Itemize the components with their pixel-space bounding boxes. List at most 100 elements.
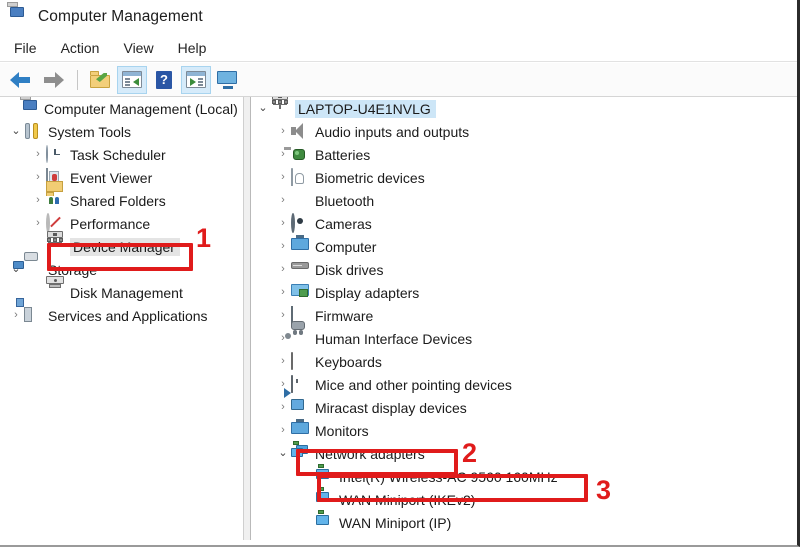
content-panes: › Computer Management (Local) ⌄ System T… bbox=[0, 97, 797, 540]
device-node-intel-wireless-ac-9560[interactable]: Intel(R) Wireless-AC 9560 160MHz bbox=[251, 463, 797, 488]
help-button[interactable]: ? bbox=[149, 66, 179, 94]
monitor-icon bbox=[217, 70, 239, 89]
device-node-label: Network adapters bbox=[315, 445, 425, 462]
device-node-wan-miniport-ikev2[interactable]: WAN Miniport (IKEv2) bbox=[251, 486, 797, 511]
device-node-audio-inputs-and-outputs[interactable]: › Audio inputs and outputs bbox=[251, 120, 797, 143]
device-node-miracast-display-devices[interactable]: › Miracast display devices bbox=[251, 387, 797, 419]
chevron-down-icon[interactable]: ⌄ bbox=[275, 442, 291, 465]
tree-item-label: Task Scheduler bbox=[70, 146, 166, 163]
system-tools-icon bbox=[24, 122, 42, 141]
chevron-right-icon[interactable]: › bbox=[30, 143, 46, 166]
hard-disk-icon bbox=[291, 261, 309, 279]
tree-item-label: Event Viewer bbox=[70, 169, 153, 186]
chevron-down-icon[interactable]: ⌄ bbox=[8, 120, 24, 143]
chevron-right-icon[interactable]: › bbox=[275, 120, 291, 143]
tree-item-label: Device Manager bbox=[70, 237, 180, 256]
device-tree-pane[interactable]: ⌄ LAPTOP-U4E1NVLG › Audio inputs and out… bbox=[251, 97, 797, 540]
disk-management-icon bbox=[46, 275, 64, 302]
chevron-down-icon[interactable]: ⌄ bbox=[255, 97, 271, 120]
chevron-right-icon[interactable]: › bbox=[275, 258, 291, 281]
device-node-firmware[interactable]: › Firmware bbox=[251, 304, 797, 327]
forward-button[interactable] bbox=[38, 66, 68, 94]
device-node-batteries[interactable]: › Batteries bbox=[251, 143, 797, 166]
camera-icon bbox=[291, 212, 309, 233]
clock-icon bbox=[46, 144, 64, 164]
device-node-computer[interactable]: › Computer bbox=[251, 235, 797, 258]
chevron-right-icon[interactable]: › bbox=[275, 327, 291, 350]
fingerprint-icon bbox=[291, 167, 309, 187]
annotation-number-2: 2 bbox=[462, 438, 478, 468]
chevron-right-icon[interactable]: › bbox=[8, 304, 24, 327]
chevron-right-icon[interactable]: › bbox=[275, 212, 291, 235]
chevron-icon: › bbox=[4, 97, 20, 120]
device-node-display-adapters[interactable]: › Display adapters bbox=[251, 281, 797, 304]
device-node-label: Audio inputs and outputs bbox=[315, 123, 470, 140]
annotation-number-1: 1 bbox=[196, 223, 212, 253]
chevron-right-icon[interactable]: › bbox=[275, 304, 291, 327]
chevron-right-icon[interactable]: › bbox=[30, 166, 46, 189]
device-node-laptop[interactable]: ⌄ LAPTOP-U4E1NVLG bbox=[251, 97, 797, 120]
menu-view[interactable]: View bbox=[111, 38, 165, 58]
chevron-right-icon[interactable]: › bbox=[30, 212, 46, 235]
device-node-biometric-devices[interactable]: › Biometric devices bbox=[251, 166, 797, 189]
sidebar-item-disk-management[interactable]: › Disk Management bbox=[0, 275, 243, 304]
device-node-disk-drives[interactable]: › Disk drives bbox=[251, 258, 797, 281]
title-bar: Computer Management bbox=[0, 0, 797, 34]
back-arrow-icon bbox=[10, 71, 32, 88]
device-node-label: Computer bbox=[315, 238, 377, 255]
chevron-right-icon[interactable]: › bbox=[275, 350, 291, 373]
miracast-icon bbox=[284, 387, 309, 417]
device-node-monitors[interactable]: › Monitors bbox=[251, 419, 797, 442]
chevron-right-icon[interactable]: › bbox=[275, 189, 291, 212]
device-node-human-interface-devices[interactable]: › Human Interface Devices bbox=[251, 320, 797, 350]
chevron-right-icon[interactable]: › bbox=[30, 189, 46, 212]
device-node-label: WAN Miniport (IP) bbox=[339, 514, 452, 531]
device-node-label: Bluetooth bbox=[315, 192, 375, 209]
sidebar-item-shared-folders[interactable]: › Shared Folders bbox=[0, 180, 243, 212]
sidebar-item-services-and-applications[interactable]: › Services and Applications bbox=[0, 297, 243, 327]
toolbar: ? bbox=[0, 63, 797, 97]
tree-item-computer-management-local[interactable]: › Computer Management (Local) bbox=[0, 97, 243, 120]
device-node-wan-miniport-ip[interactable]: WAN Miniport (IP) bbox=[251, 509, 797, 534]
back-button[interactable] bbox=[6, 66, 36, 94]
device-node-keyboards[interactable]: › Keyboards bbox=[251, 350, 797, 373]
chevron-right-icon[interactable]: › bbox=[275, 281, 291, 304]
sidebar-item-storage[interactable]: ⌄ Storage bbox=[0, 251, 243, 281]
show-hide-action-pane-button[interactable] bbox=[181, 65, 211, 94]
device-node-label: Cameras bbox=[315, 215, 372, 232]
sidebar-item-task-scheduler[interactable]: › Task Scheduler bbox=[0, 143, 243, 166]
console-tree-pane[interactable]: › Computer Management (Local) ⌄ System T… bbox=[0, 97, 244, 540]
show-hide-console-tree-button[interactable] bbox=[117, 65, 147, 94]
up-one-level-button[interactable] bbox=[85, 66, 115, 94]
device-node-cameras[interactable]: › Cameras bbox=[251, 212, 797, 235]
menu-help[interactable]: Help bbox=[166, 38, 219, 58]
device-node-label: Batteries bbox=[315, 146, 371, 163]
tree-item-label: Services and Applications bbox=[48, 307, 208, 324]
speaker-icon bbox=[291, 122, 309, 141]
device-node-label: Monitors bbox=[315, 422, 369, 439]
menu-file[interactable]: File bbox=[0, 38, 49, 58]
network-adapter-icon bbox=[315, 463, 333, 486]
pane-splitter[interactable] bbox=[244, 97, 251, 540]
sidebar-item-event-viewer[interactable]: › Event Viewer bbox=[0, 166, 243, 189]
menu-bar: File Action View Help bbox=[0, 34, 797, 62]
menu-action[interactable]: Action bbox=[49, 38, 112, 58]
chevron-right-icon[interactable]: › bbox=[275, 419, 291, 442]
computer-management-window: Computer Management File Action View Hel… bbox=[0, 0, 800, 547]
device-node-mice-and-other-pointing-devices[interactable]: › Mice and other pointing devices bbox=[251, 373, 797, 396]
device-node-label: Miracast display devices bbox=[315, 399, 467, 416]
annotation-number-3: 3 bbox=[596, 475, 612, 505]
device-node-network-adapters[interactable]: ⌄ Network adapters bbox=[251, 440, 797, 465]
console-tree-icon bbox=[122, 71, 142, 88]
device-manager-icon bbox=[46, 230, 64, 256]
forward-arrow-icon bbox=[42, 71, 64, 88]
chevron-right-icon[interactable]: › bbox=[275, 396, 291, 419]
mouse-icon bbox=[291, 374, 309, 394]
sidebar-item-system-tools[interactable]: ⌄ System Tools bbox=[0, 120, 243, 143]
chevron-right-icon[interactable]: › bbox=[275, 166, 291, 189]
remote-connection-button[interactable] bbox=[213, 66, 243, 94]
chevron-right-icon[interactable]: › bbox=[275, 235, 291, 258]
device-node-bluetooth[interactable]: › Bluetooth bbox=[251, 189, 797, 212]
services-icon bbox=[16, 297, 42, 325]
toolbar-separator bbox=[77, 69, 78, 90]
